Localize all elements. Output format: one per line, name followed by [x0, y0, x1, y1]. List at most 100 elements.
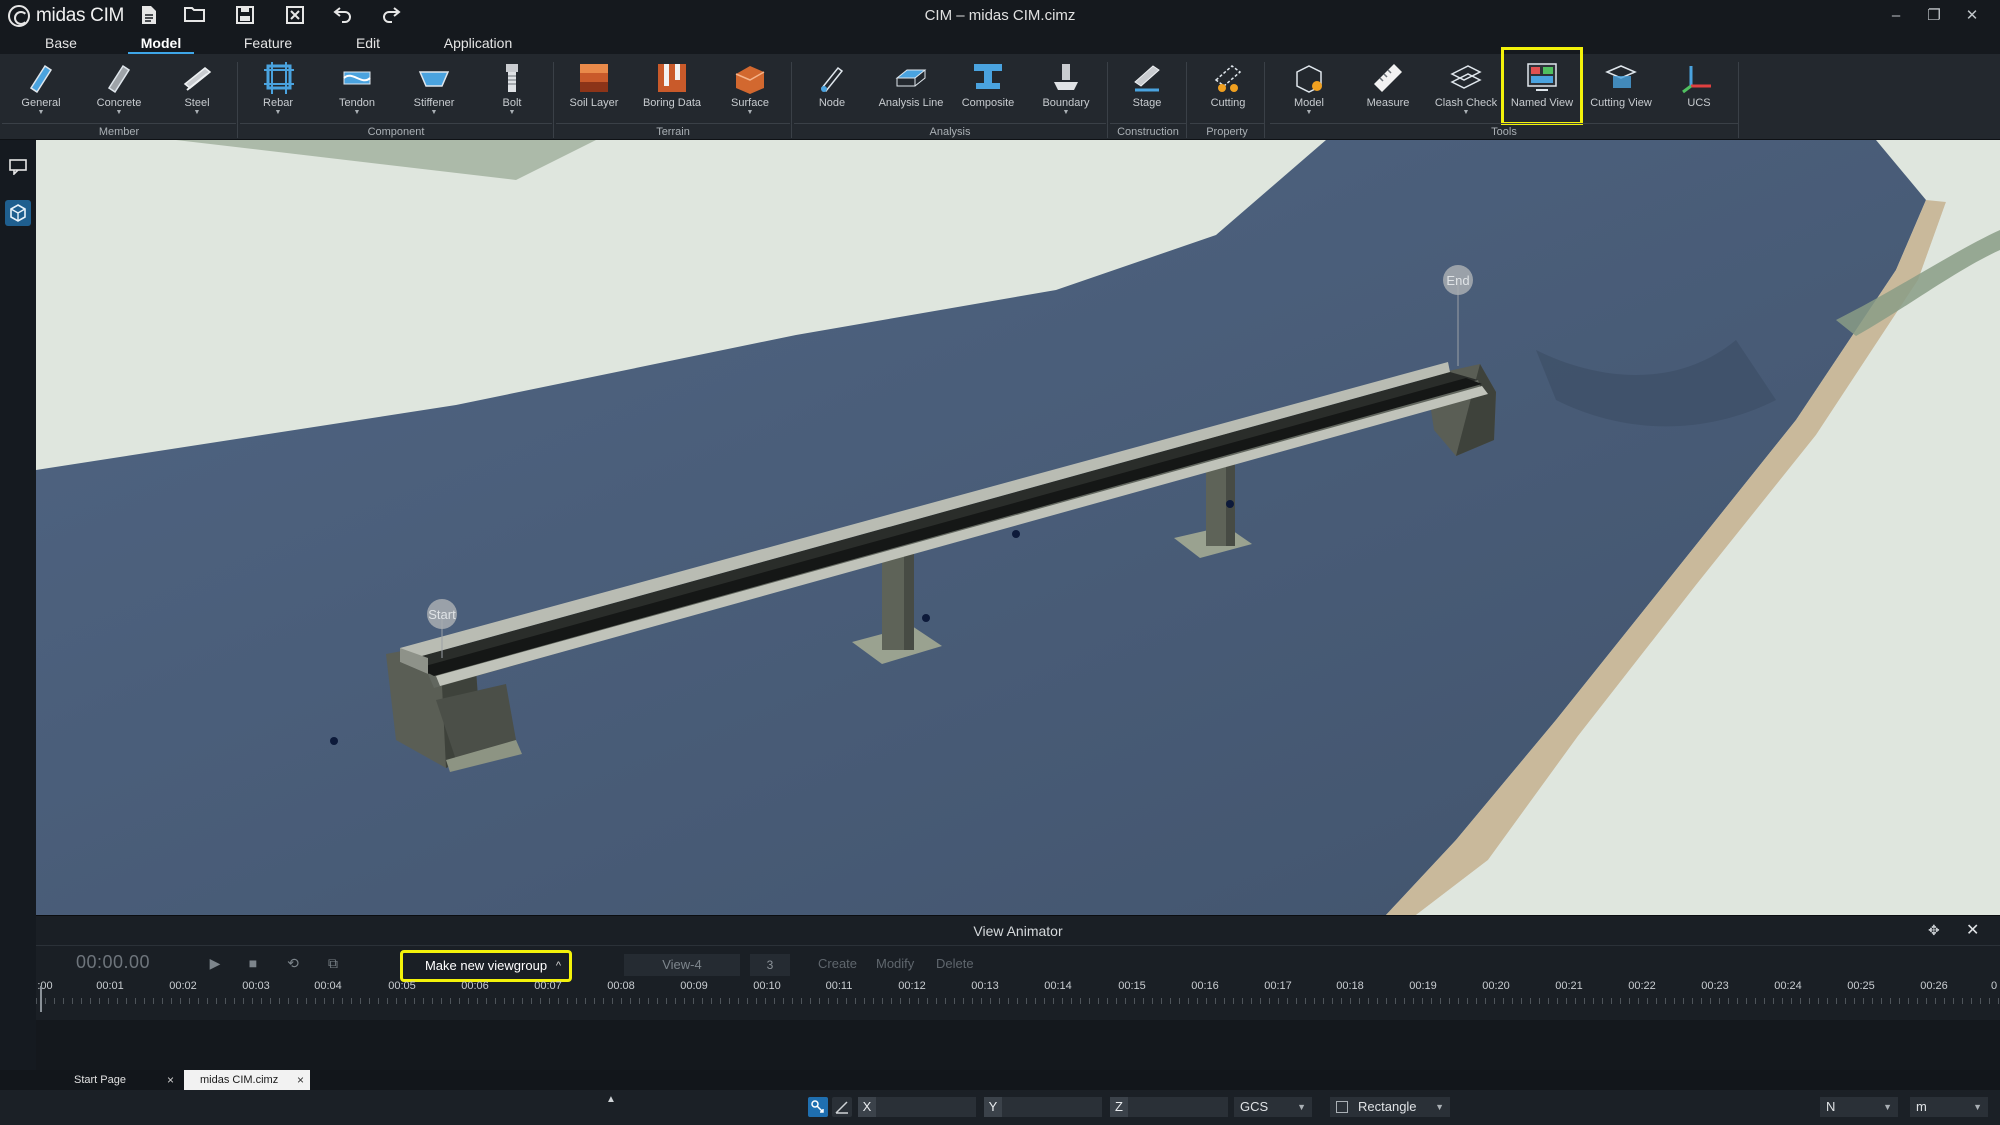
- boring-point[interactable]: [922, 614, 930, 622]
- steel-tool[interactable]: Steel ▼: [162, 60, 232, 126]
- timeline-tick: 00:06: [461, 980, 489, 992]
- model-viewport[interactable]: Start End: [36, 140, 2000, 915]
- expand-up-icon[interactable]: ▲: [606, 1094, 616, 1105]
- close-tab-icon[interactable]: ×: [167, 1070, 174, 1090]
- soil-layer-tool[interactable]: Soil Layer: [559, 60, 629, 126]
- play-icon[interactable]: ▶: [206, 954, 224, 972]
- rebar-icon: [264, 62, 294, 94]
- save-icon[interactable]: [234, 5, 256, 27]
- clash-check-tool[interactable]: Clash Check ▼: [1431, 60, 1501, 126]
- ucs-tool[interactable]: UCS: [1664, 60, 1734, 126]
- view-name-field[interactable]: View-4: [624, 954, 740, 976]
- group-construction: Construction: [1110, 123, 1186, 139]
- close-panel-icon[interactable]: ✕: [1966, 920, 1979, 940]
- snap-icon[interactable]: [808, 1097, 828, 1117]
- soil-layer-icon: [580, 64, 608, 92]
- tab-application[interactable]: Application: [432, 32, 524, 54]
- new-file-icon[interactable]: [138, 5, 160, 27]
- group-property: Property: [1190, 123, 1264, 139]
- analysis-line-icon: [895, 69, 927, 87]
- doc-tab-start-page[interactable]: Start Page ×: [58, 1070, 180, 1090]
- model-tool[interactable]: Model ▼: [1274, 60, 1344, 126]
- view-count-field[interactable]: 3: [750, 954, 790, 976]
- tab-base[interactable]: Base: [34, 32, 88, 54]
- concrete-tool[interactable]: Concrete ▼: [84, 60, 154, 126]
- timeline-track[interactable]: [36, 1020, 2000, 1070]
- node-tool[interactable]: Node: [797, 60, 867, 126]
- bolt-tool[interactable]: Bolt ▼: [477, 60, 547, 126]
- create-button[interactable]: Create: [818, 956, 857, 971]
- force-unit-select[interactable]: N ▼: [1820, 1097, 1898, 1117]
- make-new-viewgroup-button[interactable]: Make new viewgroup ^: [400, 950, 572, 982]
- named-view-tool[interactable]: Named View: [1501, 47, 1583, 125]
- general-tool[interactable]: General ▼: [6, 60, 76, 126]
- y-coordinate-input[interactable]: [1002, 1097, 1102, 1117]
- model-view-panel-icon[interactable]: [5, 200, 31, 226]
- rebar-tool[interactable]: Rebar ▼: [243, 60, 313, 126]
- boring-point[interactable]: [1012, 530, 1020, 538]
- timeline-tick: 00:13: [971, 980, 999, 992]
- boring-point[interactable]: [1226, 500, 1234, 508]
- doc-tab-midas-cim[interactable]: midas CIM.cimz ×: [184, 1070, 310, 1090]
- timeline-ruler[interactable]: :00 00:01 00:02 00:03 00:04 00:05 00:06 …: [36, 980, 2000, 1020]
- coordinate-system-select[interactable]: GCS ▼: [1234, 1097, 1312, 1117]
- stage-icon: [1134, 65, 1160, 92]
- tendon-tool[interactable]: Tendon ▼: [322, 60, 392, 126]
- cutting-tool[interactable]: Cutting: [1193, 60, 1263, 126]
- copy-icon[interactable]: ⧉: [324, 954, 342, 972]
- timeline-tick: 00:11: [825, 980, 853, 992]
- length-unit-select[interactable]: m ▼: [1910, 1097, 1988, 1117]
- composite-tool[interactable]: Composite: [953, 60, 1023, 126]
- selection-mode-select[interactable]: Rectangle ▼: [1330, 1097, 1450, 1117]
- stiffener-tool[interactable]: Stiffener ▼: [399, 60, 469, 126]
- view-animator-title: View Animator: [36, 916, 2000, 946]
- stage-tool[interactable]: Stage: [1112, 60, 1182, 126]
- boring-data-tool[interactable]: Boring Data: [637, 60, 707, 126]
- timeline-tick: 00:18: [1336, 980, 1364, 992]
- group-tools: Tools: [1270, 123, 1738, 139]
- restore-icon[interactable]: ❐: [1916, 0, 1952, 32]
- chevron-down-icon: ▼: [1435, 1102, 1444, 1112]
- angle-snap-icon[interactable]: [832, 1097, 852, 1117]
- minimize-icon[interactable]: –: [1878, 0, 1914, 32]
- group-component: Component: [240, 123, 552, 139]
- end-label: End: [1446, 273, 1469, 288]
- node-icon: [820, 66, 844, 93]
- title-bar: midas CIM CIM – midas CIM.cimz – ❐ ✕: [0, 0, 2000, 32]
- modify-button[interactable]: Modify: [876, 956, 914, 971]
- delete-button[interactable]: Delete: [936, 956, 974, 971]
- analysis-line-tool[interactable]: Analysis Line: [876, 60, 946, 126]
- tab-edit[interactable]: Edit: [344, 32, 392, 54]
- bolt-icon: [506, 64, 518, 92]
- open-folder-icon[interactable]: [184, 5, 206, 27]
- stop-icon[interactable]: ■: [244, 954, 262, 972]
- group-member: Member: [2, 123, 236, 139]
- boundary-icon: [1054, 64, 1078, 90]
- measure-tool[interactable]: Measure: [1353, 60, 1423, 126]
- comment-panel-icon[interactable]: [5, 154, 31, 180]
- timeline-tick: 0: [1990, 980, 1998, 992]
- redo-icon[interactable]: [380, 5, 402, 27]
- x-label: X: [858, 1097, 876, 1117]
- playhead[interactable]: [40, 986, 42, 1012]
- undo-icon[interactable]: [332, 5, 354, 27]
- close-window-icon[interactable]: ✕: [1954, 0, 1990, 32]
- surface-tool[interactable]: Surface ▼: [715, 60, 785, 126]
- tab-model[interactable]: Model: [128, 32, 194, 54]
- model-icon: [1296, 65, 1322, 93]
- move-panel-icon[interactable]: ✥: [1928, 922, 1940, 939]
- close-file-icon[interactable]: [284, 5, 306, 27]
- boring-point[interactable]: [330, 737, 338, 745]
- x-coordinate-input[interactable]: [876, 1097, 976, 1117]
- tab-feature[interactable]: Feature: [232, 32, 304, 54]
- cutting-view-tool[interactable]: Cutting View: [1586, 60, 1656, 126]
- loop-icon[interactable]: ⟲: [284, 954, 302, 972]
- document-tabs: Start Page × midas CIM.cimz ×: [0, 1070, 2000, 1090]
- boundary-tool[interactable]: Boundary ▼: [1031, 60, 1101, 126]
- chevron-down-icon: ▼: [1297, 1102, 1306, 1112]
- z-coordinate-input[interactable]: [1128, 1097, 1228, 1117]
- ucs-axes-icon: [1682, 66, 1711, 94]
- chevron-up-icon: ^: [555, 960, 561, 972]
- close-tab-icon[interactable]: ×: [297, 1070, 304, 1090]
- timeline-tick: 00:23: [1701, 980, 1729, 992]
